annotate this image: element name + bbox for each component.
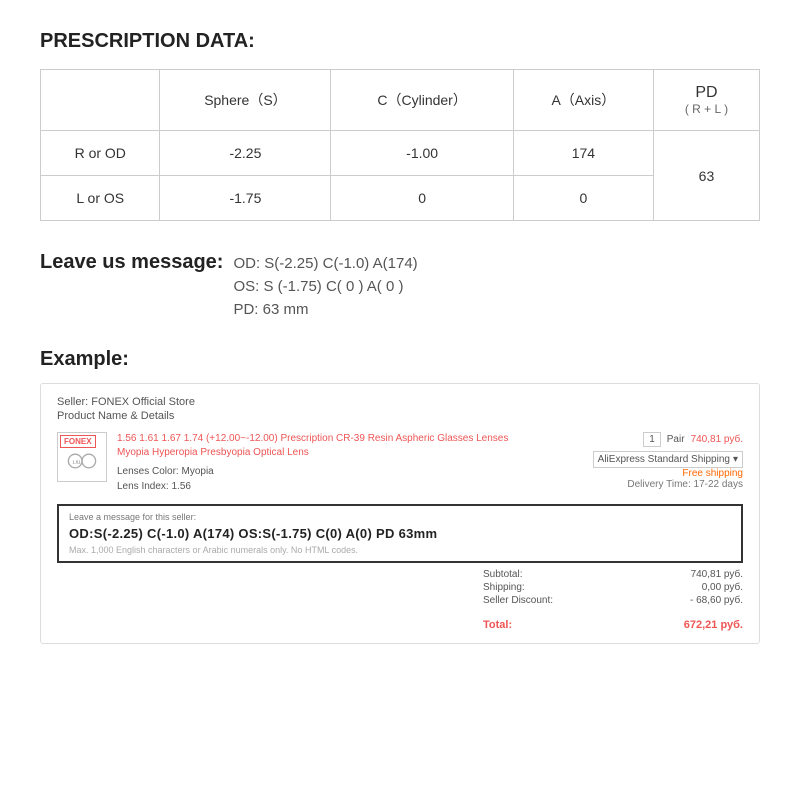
lens-svg-icon: 1.61 xyxy=(65,444,99,478)
leave-message-section: Leave us message: OD: S(-2.25) C(-1.0) A… xyxy=(40,251,760,320)
total-value: 672,21 руб. xyxy=(684,619,743,631)
row-axis-los: 0 xyxy=(513,176,653,221)
subtotal-row: Subtotal: 740,81 руб. xyxy=(483,569,743,580)
row-axis-rod: 174 xyxy=(513,131,653,176)
totals-section: Subtotal: 740,81 руб. Shipping: 0,00 руб… xyxy=(57,569,743,631)
message-label: Leave us message: xyxy=(40,251,223,274)
shipping-label: Shipping: xyxy=(483,582,525,593)
shipping-select[interactable]: AliExpress Standard Shipping ▾ xyxy=(593,451,743,468)
example-box: Seller: FONEX Official Store Product Nam… xyxy=(40,383,760,644)
delivery-time: Delivery Time: 17-22 days xyxy=(627,479,743,490)
pd-header-sub: ( R + L ) xyxy=(664,102,749,116)
table-header-cylinder: C（Cylinder） xyxy=(331,70,513,131)
prescription-title: PRESCRIPTION DATA: xyxy=(40,30,760,53)
lens-index-value: 1.56 xyxy=(172,481,191,492)
message-limit-note: Max. 1,000 English characters or Arabic … xyxy=(69,545,731,555)
product-thumbnail: FONEX 1.61 xyxy=(57,432,107,482)
shipping-value: 0,00 руб. xyxy=(702,582,743,593)
free-shipping-badge: Free shipping xyxy=(682,468,743,479)
svg-text:1.61: 1.61 xyxy=(72,460,81,465)
shipping-option-text: AliExpress Standard Shipping xyxy=(598,454,730,465)
table-header-sphere: Sphere（S） xyxy=(160,70,331,131)
shipping-row: Shipping: 0,00 руб. xyxy=(483,582,743,593)
table-row-los: L or OS -1.75 0 0 xyxy=(41,176,760,221)
product-title: 1.56 1.61 1.67 1.74 (+12.00~-12.00) Pres… xyxy=(117,432,533,460)
product-description: 1.56 1.61 1.67 1.74 (+12.00~-12.00) Pres… xyxy=(117,432,533,494)
qty-price-row: 1 Pair 740,81 руб. xyxy=(643,432,743,447)
message-row: Leave us message: OD: S(-2.25) C(-1.0) A… xyxy=(40,251,760,318)
pd-value-cell: 63 xyxy=(653,131,759,221)
table-header-axis: A（Axis） xyxy=(513,70,653,131)
example-item-row: FONEX 1.61 1.56 1.61 1.67 1.74 (+12.00~-… xyxy=(57,432,743,494)
grand-total-row: Total: 672,21 руб. xyxy=(483,619,743,631)
brand-label: FONEX xyxy=(60,435,96,448)
quantity-box[interactable]: 1 xyxy=(643,432,661,447)
message-line-3: PD: 63 mm xyxy=(233,301,417,318)
message-line-2: OS: S (-1.75) C( 0 ) A( 0 ) xyxy=(233,278,417,295)
lens-index-label: Lens Index: xyxy=(117,481,169,492)
lenses-color-value: Myopia xyxy=(181,466,213,477)
message-for-seller-label: Leave a message for this seller: xyxy=(69,512,731,522)
row-label-los: L or OS xyxy=(41,176,160,221)
subtotal-label: Subtotal: xyxy=(483,569,522,580)
prescription-table: Sphere（S） C（Cylinder） A（Axis） PD ( R + L… xyxy=(40,69,760,221)
row-cylinder-los: 0 xyxy=(331,176,513,221)
qty-unit: Pair xyxy=(667,434,685,445)
total-label: Total: xyxy=(483,619,512,631)
example-seller: Seller: FONEX Official Store xyxy=(57,396,743,408)
message-lines: OD: S(-2.25) C(-1.0) A(174) OS: S (-1.75… xyxy=(233,255,417,318)
row-sphere-rod: -2.25 xyxy=(160,131,331,176)
message-line-1: OD: S(-2.25) C(-1.0) A(174) xyxy=(233,255,417,272)
example-section: Example: Seller: FONEX Official Store Pr… xyxy=(40,348,760,644)
lens-index: Lens Index: 1.56 xyxy=(117,479,533,494)
lenses-color-label: Lenses Color: xyxy=(117,466,179,477)
dropdown-arrow-icon: ▾ xyxy=(733,454,738,465)
discount-row: Seller Discount: - 68,60 руб. xyxy=(483,595,743,606)
row-sphere-los: -1.75 xyxy=(160,176,331,221)
row-label-rod: R or OD xyxy=(41,131,160,176)
message-for-seller-text: OD:S(-2.25) C(-1.0) A(174) OS:S(-1.75) C… xyxy=(69,526,731,541)
pd-header-main: PD xyxy=(664,84,749,102)
lenses-color: Lenses Color: Myopia xyxy=(117,464,533,479)
example-title: Example: xyxy=(40,348,760,371)
table-row-rod: R or OD -2.25 -1.00 174 63 xyxy=(41,131,760,176)
table-header-pd: PD ( R + L ) xyxy=(653,70,759,131)
discount-value: - 68,60 руб. xyxy=(690,595,743,606)
example-product-label: Product Name & Details xyxy=(57,410,743,422)
discount-label: Seller Discount: xyxy=(483,595,553,606)
subtotal-value: 740,81 руб. xyxy=(691,569,743,580)
example-right-panel: 1 Pair 740,81 руб. AliExpress Standard S… xyxy=(543,432,743,490)
row-cylinder-rod: -1.00 xyxy=(331,131,513,176)
table-header-empty xyxy=(41,70,160,131)
seller-message-box: Leave a message for this seller: OD:S(-2… xyxy=(57,504,743,563)
item-price: 740,81 руб. xyxy=(691,434,743,445)
